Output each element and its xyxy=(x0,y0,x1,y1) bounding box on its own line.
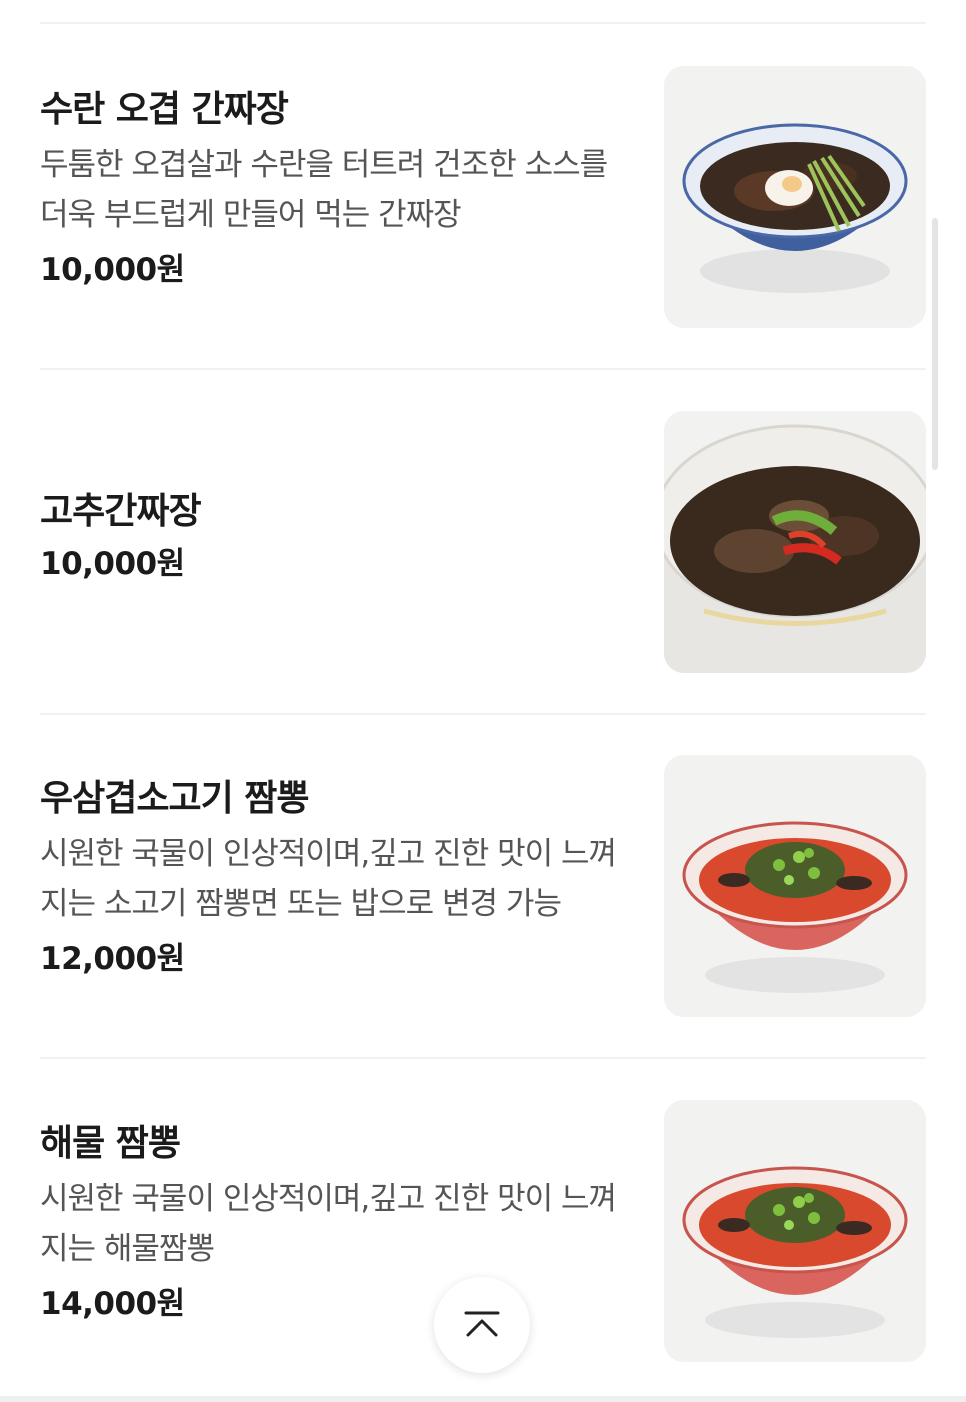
scroll-to-top-button[interactable] xyxy=(434,1277,530,1373)
menu-item-description: 시원한 국물이 인상적이며,깊고 진한 맛이 느껴지는 소고기 짬뽕면 또는 밥… xyxy=(40,836,617,922)
divider xyxy=(40,1057,926,1059)
menu-item-name: 수란 오겹 간짜장 xyxy=(40,89,289,130)
menu-item-image[interactable] xyxy=(664,411,926,673)
menu-item-image[interactable] xyxy=(664,66,926,328)
divider xyxy=(40,713,926,715)
menu-page: 수란 오겹 간짜장 두툼한 오겹살과 수란을 터트려 건조한 소스를 더욱 부드… xyxy=(0,0,966,1402)
menu-item-price: 12,000원 xyxy=(40,941,185,977)
divider xyxy=(40,368,926,370)
bowl-jajang-egg-icon xyxy=(664,66,926,328)
chevron-up-icon xyxy=(464,1311,500,1337)
bottom-edge xyxy=(0,1396,966,1402)
scrollbar[interactable] xyxy=(932,218,938,470)
menu-item-image[interactable] xyxy=(664,1100,926,1362)
divider xyxy=(40,22,926,24)
menu-item-name: 우삼겹소고기 짬뽕 xyxy=(40,778,310,819)
menu-item-name: 고추간짜장 xyxy=(40,491,202,532)
menu-item-description: 시원한 국물이 인상적이며,깊고 진한 맛이 느껴지는 해물짬뽕 xyxy=(40,1181,617,1267)
menu-item-image[interactable] xyxy=(664,755,926,1017)
menu-item-price: 10,000원 xyxy=(40,546,185,582)
bowl-jjamppong-beef-icon xyxy=(664,755,926,1017)
menu-item-name: 해물 짬뽕 xyxy=(40,1123,181,1164)
bowl-jjamppong-seafood-icon xyxy=(664,1100,926,1362)
menu-item-text: 해물 짬뽕 시원한 국물이 인상적이며,깊고 진한 맛이 느껴지는 해물짬뽕 1… xyxy=(40,1122,630,1324)
menu-item-price: 14,000원 xyxy=(40,1286,185,1322)
menu-item-text: 고추간짜장 10,000원 xyxy=(40,490,630,584)
menu-item-description: 두툼한 오겹살과 수란을 터트려 건조한 소스를 더욱 부드럽게 만들어 먹는 … xyxy=(40,147,608,233)
menu-item-price: 10,000원 xyxy=(40,252,185,288)
menu-item-text: 우삼겹소고기 짬뽕 시원한 국물이 인상적이며,깊고 진한 맛이 느껴지는 소고… xyxy=(40,777,630,979)
menu-item-text: 수란 오겹 간짜장 두툼한 오겹살과 수란을 터트려 건조한 소스를 더욱 부드… xyxy=(40,88,630,290)
bowl-jajang-pepper-icon xyxy=(664,411,926,673)
